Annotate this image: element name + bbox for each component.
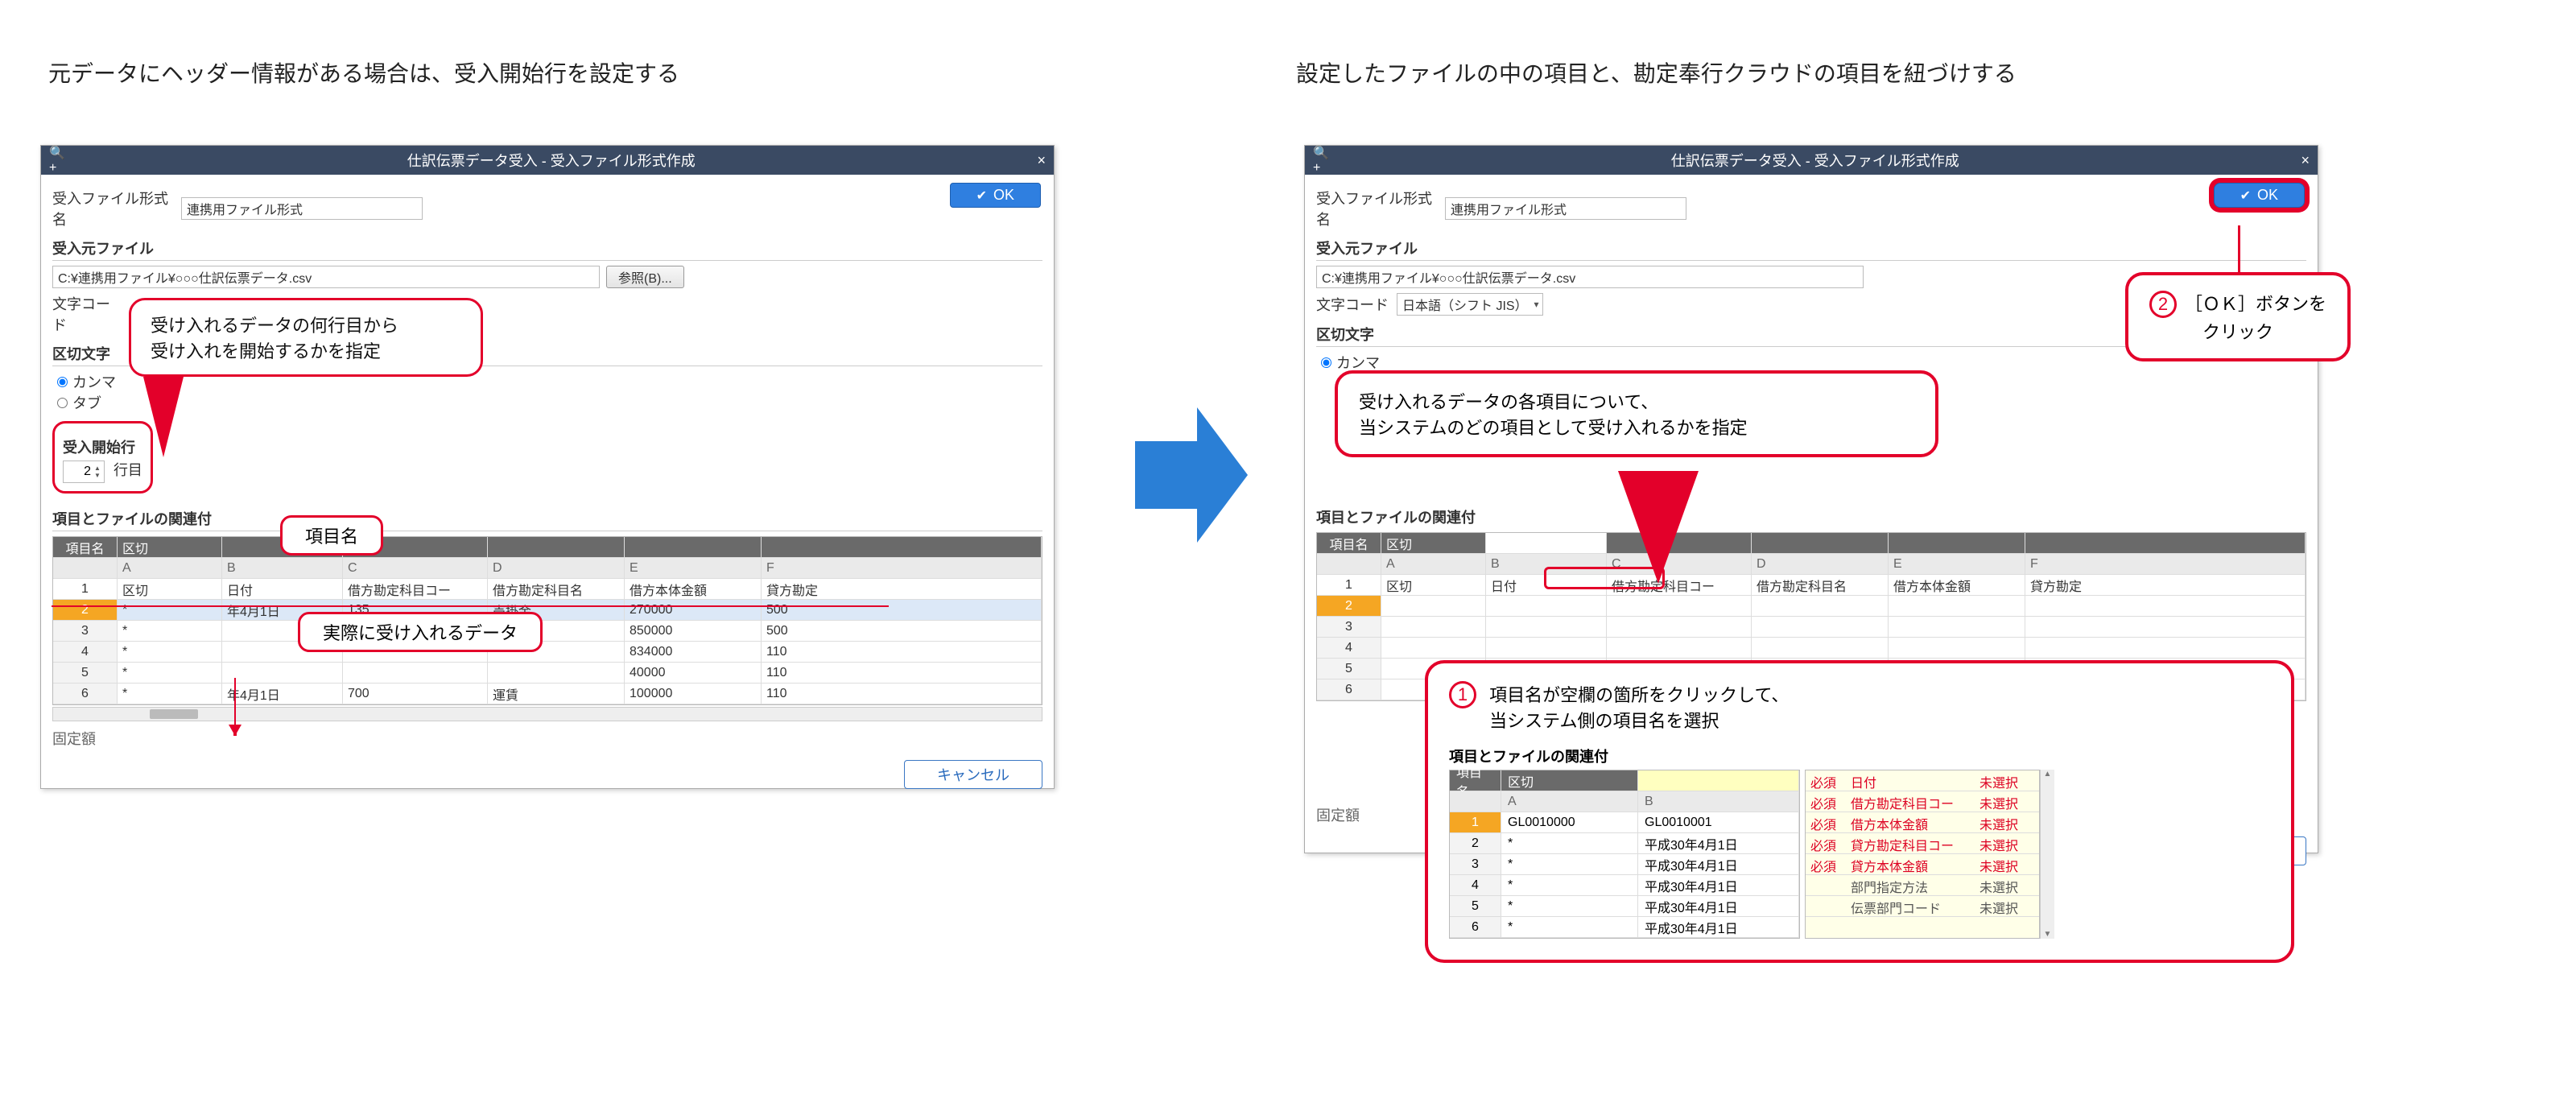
window-title: 仕訳伝票データ受入 - 受入ファイル形式作成	[65, 150, 1037, 171]
zoom-picklist[interactable]: 必須日付未選択 必須借方勘定科目コー未選択 必須借方本体金額未選択 必須貸方勘定…	[1805, 770, 2040, 939]
callout-actualdata: 実際に受け入れるデータ	[298, 612, 543, 652]
scrollbar-thumb[interactable]	[150, 709, 198, 719]
table-row[interactable]: 4	[1317, 638, 2306, 659]
zoom-text: 項目名が空欄の箇所をクリックして、 当システム側の項目名を選択	[1489, 681, 1789, 733]
table-row[interactable]: 3 * 850000 500	[53, 621, 1042, 642]
callout-ok-text: ［ＯＫ］ボタンを クリック	[2185, 294, 2326, 342]
table-row[interactable]: 4*平成30年4月1日	[1450, 875, 1799, 896]
charset-label: 文字コード	[52, 293, 117, 335]
chevron-down-icon[interactable]: ▼	[2044, 930, 2052, 939]
mapping-grid-left[interactable]: 項目名 区切 A B C D E F 1 区切 日付 借方勘	[52, 536, 1042, 705]
section-mapping: 項目とファイルの関連付	[52, 508, 1042, 531]
grid-header-item: 項目名	[53, 537, 118, 558]
callout-mapping-hint: 受け入れるデータの各項目について、 当システムのどの項目として受け入れるかを指定	[1335, 370, 1938, 457]
section-source: 受入元ファイル	[1316, 237, 2306, 261]
table-row[interactable]: 6 * 年4月1日 700 運賃 100000 110	[53, 684, 1042, 704]
table-row[interactable]: 2	[1317, 596, 2306, 617]
picklist-scrollbar[interactable]: ▲▼	[2040, 770, 2054, 939]
startrow-highlight-box: 受入開始行 ▲▼ 行目	[52, 421, 153, 494]
radio-tab[interactable]: タブ	[57, 395, 101, 411]
zoom-left-grid[interactable]: 項目名 区切 A B 1 GL0010000 GL0010001 2*平成30年…	[1449, 770, 1800, 939]
search-add-icon[interactable]: 🔍+	[1313, 145, 1329, 176]
table-row[interactable]: 2 * 年4月1日 135 売掛金 270000 500	[53, 600, 1042, 621]
big-arrow-icon	[1135, 403, 1248, 547]
startrow-value[interactable]	[67, 465, 91, 479]
ok-callout-connector	[2238, 225, 2240, 274]
radio-tab-label: タブ	[72, 395, 101, 411]
close-icon[interactable]: ×	[2301, 152, 2310, 169]
window-left: 🔍+ 仕訳伝票データ受入 - 受入ファイル形式作成 × ✔ OK 受入ファイル形…	[40, 145, 1055, 789]
format-name-label: 受入ファイル形式名	[1316, 188, 1445, 229]
startrow-suffix: 行目	[114, 462, 142, 478]
cancel-button[interactable]: キャンセル	[904, 760, 1042, 789]
radio-comma-label: カンマ	[1336, 355, 1380, 371]
arrow-down-icon	[233, 733, 237, 736]
table-row[interactable]: 6*平成30年4月1日	[1450, 917, 1799, 938]
caption-right: 設定したファイルの中の項目と、勘定奉行クラウドの項目を紐づけする	[1296, 56, 2017, 89]
callout-itemname: 項目名	[280, 515, 383, 556]
format-name-field[interactable]: 連携用ファイル形式	[1445, 197, 1686, 220]
callout-pointer-icon	[143, 377, 192, 465]
callout-ok: 2 ［ＯＫ］ボタンを クリック	[2125, 272, 2351, 361]
chevron-up-icon[interactable]: ▲	[2044, 770, 2052, 779]
badge-two: 2	[2149, 291, 2177, 318]
table-row[interactable]: 2*平成30年4月1日	[1450, 833, 1799, 854]
titlebar: 🔍+ 仕訳伝票データ受入 - 受入ファイル形式作成 ×	[41, 146, 1054, 175]
radio-comma-input[interactable]	[1321, 357, 1331, 368]
badge-one: 1	[1449, 681, 1476, 708]
zoom-grid: 項目名 区切 A B 1 GL0010000 GL0010001 2*平成30年…	[1449, 770, 2270, 939]
table-row[interactable]: 5 * 40000 110	[53, 663, 1042, 684]
col-a: A	[118, 558, 222, 579]
col-e: E	[625, 558, 762, 579]
section-mapping: 項目とファイルの関連付	[1316, 506, 2306, 527]
search-add-icon[interactable]: 🔍+	[49, 145, 65, 176]
section-startrow: 受入開始行	[63, 436, 142, 459]
table-row[interactable]: 3*平成30年4月1日	[1450, 854, 1799, 875]
zoom-item-header: 項目名	[1450, 770, 1501, 791]
zoom-section-header: 項目とファイルの関連付	[1449, 745, 2270, 766]
red-divider-line	[52, 605, 889, 607]
titlebar: 🔍+ 仕訳伝票データ受入 - 受入ファイル形式作成 ×	[1305, 146, 2318, 175]
section-fixed-left: 固定額	[52, 728, 1042, 749]
h-scrollbar[interactable]	[52, 707, 1042, 721]
table-row[interactable]: 1 GL0010000 GL0010001	[1450, 812, 1799, 833]
startrow-spinner[interactable]: ▲▼	[63, 461, 105, 483]
radio-comma-input[interactable]	[57, 377, 68, 387]
table-row[interactable]: 4 * 834000 110	[53, 642, 1042, 663]
col-c: C	[343, 558, 488, 579]
chevron-up-icon[interactable]: ▲	[94, 465, 101, 472]
spinner-buttons[interactable]: ▲▼	[94, 465, 101, 479]
callout-mapping-text: 受け入れるデータの各項目について、 当システムのどの項目として受け入れるかを指定	[1359, 388, 1914, 440]
chevron-down-icon[interactable]: ▼	[94, 472, 101, 479]
callout-startrow-hint: 受け入れるデータの何行目から 受け入れを開始するかを指定	[129, 298, 483, 377]
col-b: B	[222, 558, 343, 579]
radio-comma[interactable]: カンマ	[57, 374, 116, 390]
file-path-field[interactable]: C:¥連携用ファイル¥○○○仕訳伝票データ.csv	[1316, 266, 1864, 288]
charset-select[interactable]: 日本語（シフト JIS）	[1397, 293, 1543, 316]
zoom-callout: 1 項目名が空欄の箇所をクリックして、 当システム側の項目名を選択 項目とファイ…	[1425, 660, 2294, 963]
window-title: 仕訳伝票データ受入 - 受入ファイル形式作成	[1329, 150, 2301, 171]
section-source: 受入元ファイル	[52, 237, 1042, 261]
caption-left: 元データにヘッダー情報がある場合は、受入開始行を設定する	[48, 56, 679, 89]
radio-comma-label: カンマ	[72, 374, 116, 390]
col-d: D	[488, 558, 625, 579]
format-name-field[interactable]: 連携用ファイル形式	[181, 197, 423, 220]
table-row[interactable]: 3	[1317, 617, 2306, 638]
col-f: F	[762, 558, 1042, 579]
format-name-label: 受入ファイル形式名	[52, 188, 181, 229]
charset-label: 文字コード	[1316, 294, 1397, 315]
empty-mapping-highlight	[1544, 567, 1665, 589]
grid-header-a: 区切	[1381, 533, 1486, 554]
file-path-field[interactable]: C:¥連携用ファイル¥○○○仕訳伝票データ.csv	[52, 266, 600, 288]
grid-header-a: 区切	[118, 537, 222, 558]
close-icon[interactable]: ×	[1037, 152, 1046, 169]
browse-button[interactable]: 参照(B)...	[606, 266, 684, 288]
radio-tab-input[interactable]	[57, 398, 68, 408]
grid-header-item: 項目名	[1317, 533, 1381, 554]
radio-comma[interactable]: カンマ	[1321, 355, 1380, 371]
table-row[interactable]: 5*平成30年4月1日	[1450, 896, 1799, 917]
